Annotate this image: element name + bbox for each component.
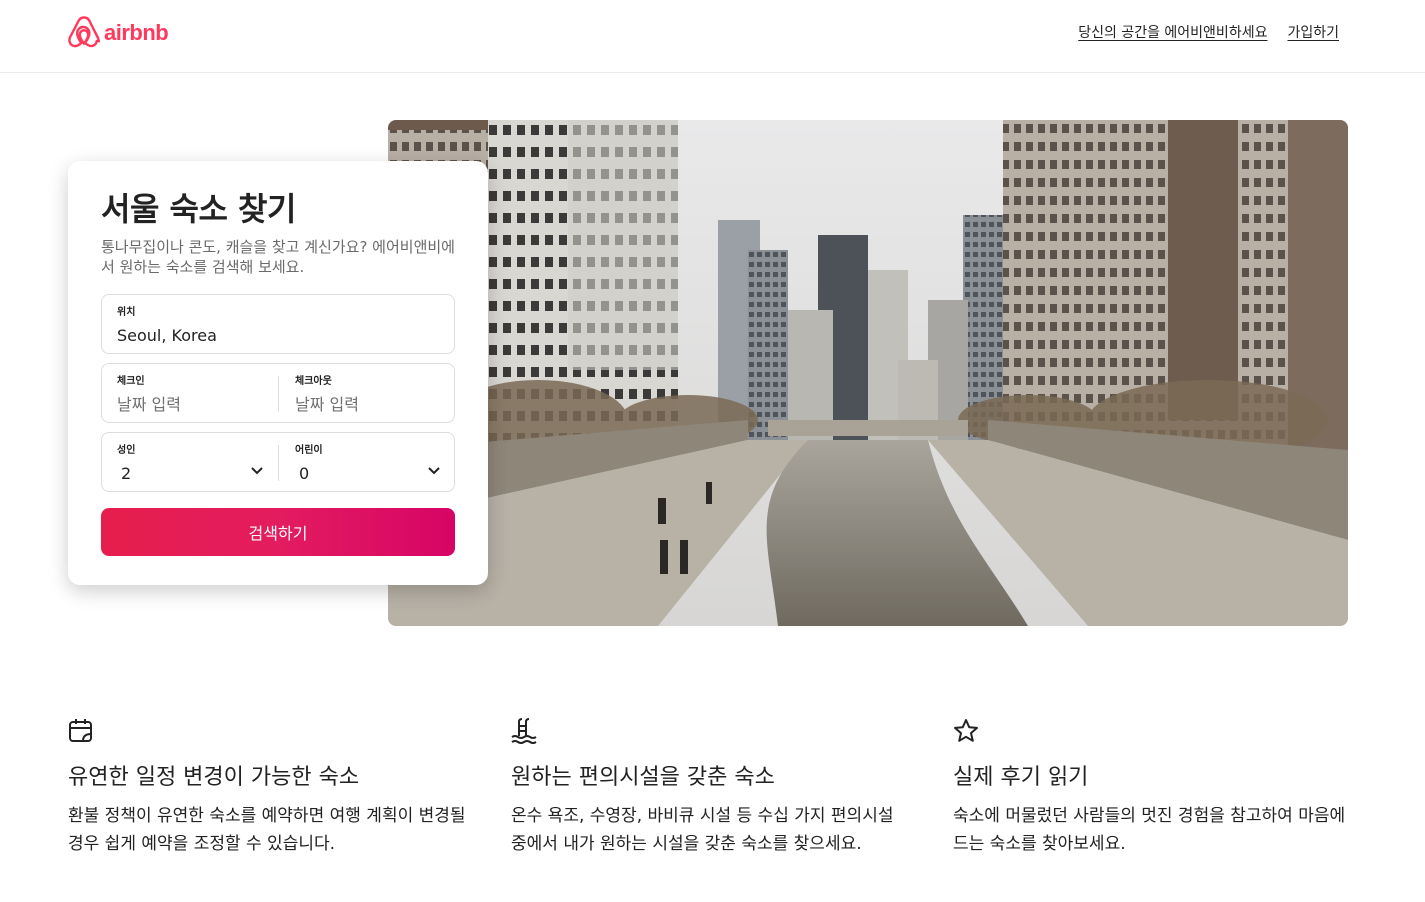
feature-amenities: 원하는 편의시설을 갖춘 숙소 온수 욕조, 수영장, 바비큐 시설 등 수십 …	[511, 718, 911, 858]
star-icon	[954, 719, 978, 742]
feature-description: 숙소에 머물렀던 사람들의 멋진 경험을 참고하여 마음에 드는 숙소를 찾아보…	[953, 806, 1346, 854]
feature-description: 환불 정책이 유연한 숙소를 예약하면 여행 계획이 변경될 경우 쉽게 예약을…	[68, 806, 466, 854]
children-label: 어린이	[295, 445, 323, 456]
checkout-label: 체크아웃	[295, 376, 332, 387]
location-input[interactable]: Seoul, Korea	[117, 326, 439, 346]
checkin-field[interactable]: 체크인 날짜 입력	[102, 364, 278, 422]
chevron-down-icon	[428, 467, 440, 475]
search-button[interactable]: 검색하기	[101, 508, 455, 556]
adults-label: 성인	[117, 445, 136, 456]
feature-title: 유연한 일정 변경이 가능한 숙소	[68, 765, 360, 790]
airbnb-logo[interactable]: airbnb	[68, 16, 169, 50]
feature-reviews: 실제 후기 읽기 숙소에 머물렀던 사람들의 멋진 경험을 참고하여 마음에 드…	[953, 718, 1353, 858]
children-value: 0	[299, 464, 310, 483]
search-title: 서울 숙소 찾기	[101, 190, 296, 228]
features-section: 유연한 일정 변경이 가능한 숙소 환불 정책이 유연한 숙소를 예약하면 여행…	[68, 718, 1358, 898]
dates-field: 체크인 날짜 입력 체크아웃 날짜 입력	[101, 363, 455, 423]
header-links: 당신의 공간을 에어비앤비하세요 가입하기	[1078, 22, 1339, 42]
signup-link[interactable]: 가입하기	[1287, 22, 1339, 42]
chevron-down-icon	[251, 467, 263, 475]
guests-field: 성인 2 어린이 0	[101, 432, 455, 492]
top-header: airbnb 당신의 공간을 에어비앤비하세요 가입하기	[0, 0, 1425, 73]
feature-flexible: 유연한 일정 변경이 가능한 숙소 환불 정책이 유연한 숙소를 예약하면 여행…	[68, 718, 468, 858]
adults-select[interactable]: 성인 2	[102, 433, 278, 491]
feature-description: 온수 욕조, 수영장, 바비큐 시설 등 수십 가지 편의시설 중에서 내가 원…	[511, 806, 894, 854]
feature-title: 실제 후기 읽기	[953, 765, 1089, 790]
search-description: 통나무집이나 콘도, 캐슬을 찾고 계신가요? 에어비앤비에서 원하는 숙소를 …	[101, 238, 455, 276]
host-link[interactable]: 당신의 공간을 에어비앤비하세요	[1078, 22, 1267, 42]
location-label: 위치	[117, 307, 136, 318]
checkout-field[interactable]: 체크아웃 날짜 입력	[279, 364, 455, 422]
checkin-label: 체크인	[117, 376, 145, 387]
logo-text: airbnb	[104, 20, 169, 45]
airbnb-logo-icon	[68, 16, 100, 48]
search-card: 서울 숙소 찾기 통나무집이나 콘도, 캐슬을 찾고 계신가요? 에어비앤비에서…	[68, 161, 488, 585]
checkin-input[interactable]: 날짜 입력	[117, 395, 263, 415]
pool-icon	[511, 718, 537, 744]
checkout-input[interactable]: 날짜 입력	[295, 395, 440, 415]
children-select[interactable]: 어린이 0	[279, 433, 455, 491]
feature-title: 원하는 편의시설을 갖춘 숙소	[511, 765, 775, 790]
adults-value: 2	[121, 464, 132, 483]
calendar-icon	[69, 719, 92, 742]
hero-image	[388, 120, 1348, 626]
location-field[interactable]: 위치 Seoul, Korea	[101, 294, 455, 354]
